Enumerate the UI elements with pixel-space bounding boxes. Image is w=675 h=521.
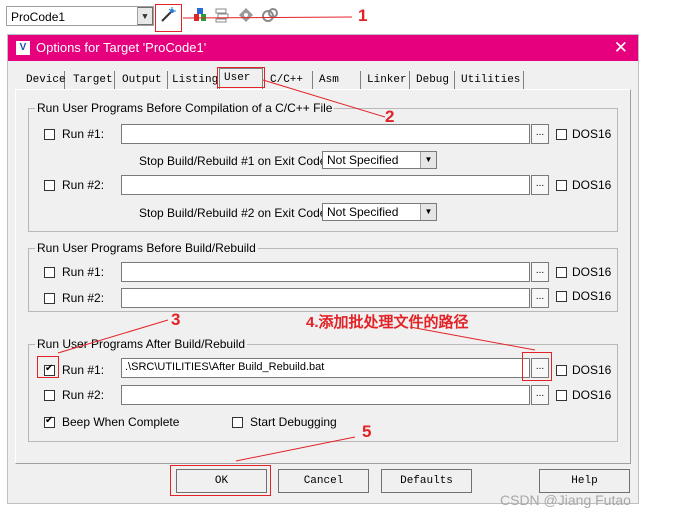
- annotation-number-5: 5: [362, 422, 372, 441]
- watermark: CSDN @Jiang Futao: [500, 492, 631, 508]
- annotation-box-user-tab: [217, 67, 265, 88]
- annotation-number-1: 1: [358, 6, 368, 25]
- annotation-box-ok: [170, 465, 271, 496]
- annotation-box-browse: [522, 352, 552, 381]
- annotation-box-run1-checkbox: [37, 356, 59, 378]
- annotation-number-2: 2: [385, 107, 395, 126]
- annotation-box-options: [155, 4, 182, 32]
- annotation-lines: [57, 16, 536, 462]
- annotation-note-4: 4.添加批处理文件的路径: [306, 314, 469, 331]
- annotation-number-3: 3: [171, 310, 181, 329]
